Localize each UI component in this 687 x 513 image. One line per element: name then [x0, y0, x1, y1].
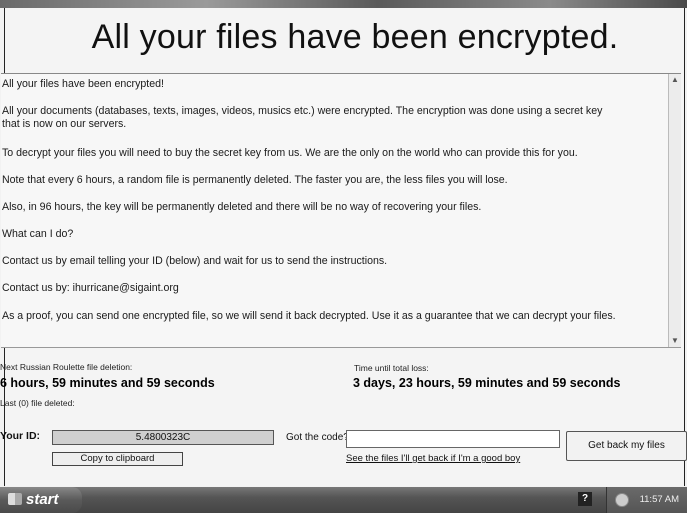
clock: 11:57 AM	[639, 494, 679, 505]
roulette-label: Next Russian Roulette file deletion:	[0, 362, 133, 372]
start-button[interactable]: start	[0, 487, 82, 513]
message-paragraph: Also, in 96 hours, the key will be perma…	[2, 201, 482, 213]
got-code-label: Got the code?	[286, 432, 349, 443]
desktop-background-strip	[0, 0, 687, 8]
message-paragraph: Contact us by: ihurricane@sigaint.org	[2, 282, 179, 294]
total-loss-label: Time until total loss:	[354, 363, 429, 373]
see-files-link[interactable]: See the files I'll get back if I'm a goo…	[346, 453, 520, 464]
message-paragraph: Contact us by email telling your ID (bel…	[2, 255, 388, 267]
scroll-up-icon[interactable]: ▲	[669, 74, 681, 86]
code-input[interactable]	[346, 430, 560, 448]
tray-icon[interactable]	[615, 493, 629, 507]
id-field[interactable]: 5.4800323C	[52, 430, 274, 445]
message-paragraph: What can I do?	[2, 228, 74, 240]
page-title: All your files have been encrypted.	[91, 18, 619, 56]
windows-logo-icon	[8, 493, 22, 505]
start-label: start	[26, 491, 59, 508]
message-paragraph: All your documents (databases, texts, im…	[2, 105, 603, 130]
message-paragraph: As a proof, you can send one encrypted f…	[2, 310, 616, 322]
message-paragraph: Note that every 6 hours, a random file i…	[2, 174, 508, 186]
help-icon[interactable]: ?	[578, 492, 592, 506]
scroll-down-icon[interactable]: ▼	[669, 335, 681, 347]
get-back-files-button[interactable]: Get back my files	[566, 431, 687, 461]
last-deleted-label: Last (0) file deleted:	[0, 398, 75, 408]
total-loss-timer: 3 days, 23 hours, 59 minutes and 59 seco…	[353, 376, 621, 390]
roulette-timer: 6 hours, 59 minutes and 59 seconds	[0, 376, 215, 390]
message-textbox[interactable]: All your files have been encrypted! All …	[1, 73, 681, 348]
copy-to-clipboard-button[interactable]: Copy to clipboard	[52, 452, 183, 466]
your-id-label: Your ID:	[0, 430, 41, 442]
textbox-scrollbar[interactable]: ▲ ▼	[668, 74, 681, 347]
message-paragraph: To decrypt your files you will need to b…	[2, 147, 578, 159]
system-tray: 11:57 AM	[606, 487, 687, 513]
message-paragraph: All your files have been encrypted!	[2, 78, 164, 90]
